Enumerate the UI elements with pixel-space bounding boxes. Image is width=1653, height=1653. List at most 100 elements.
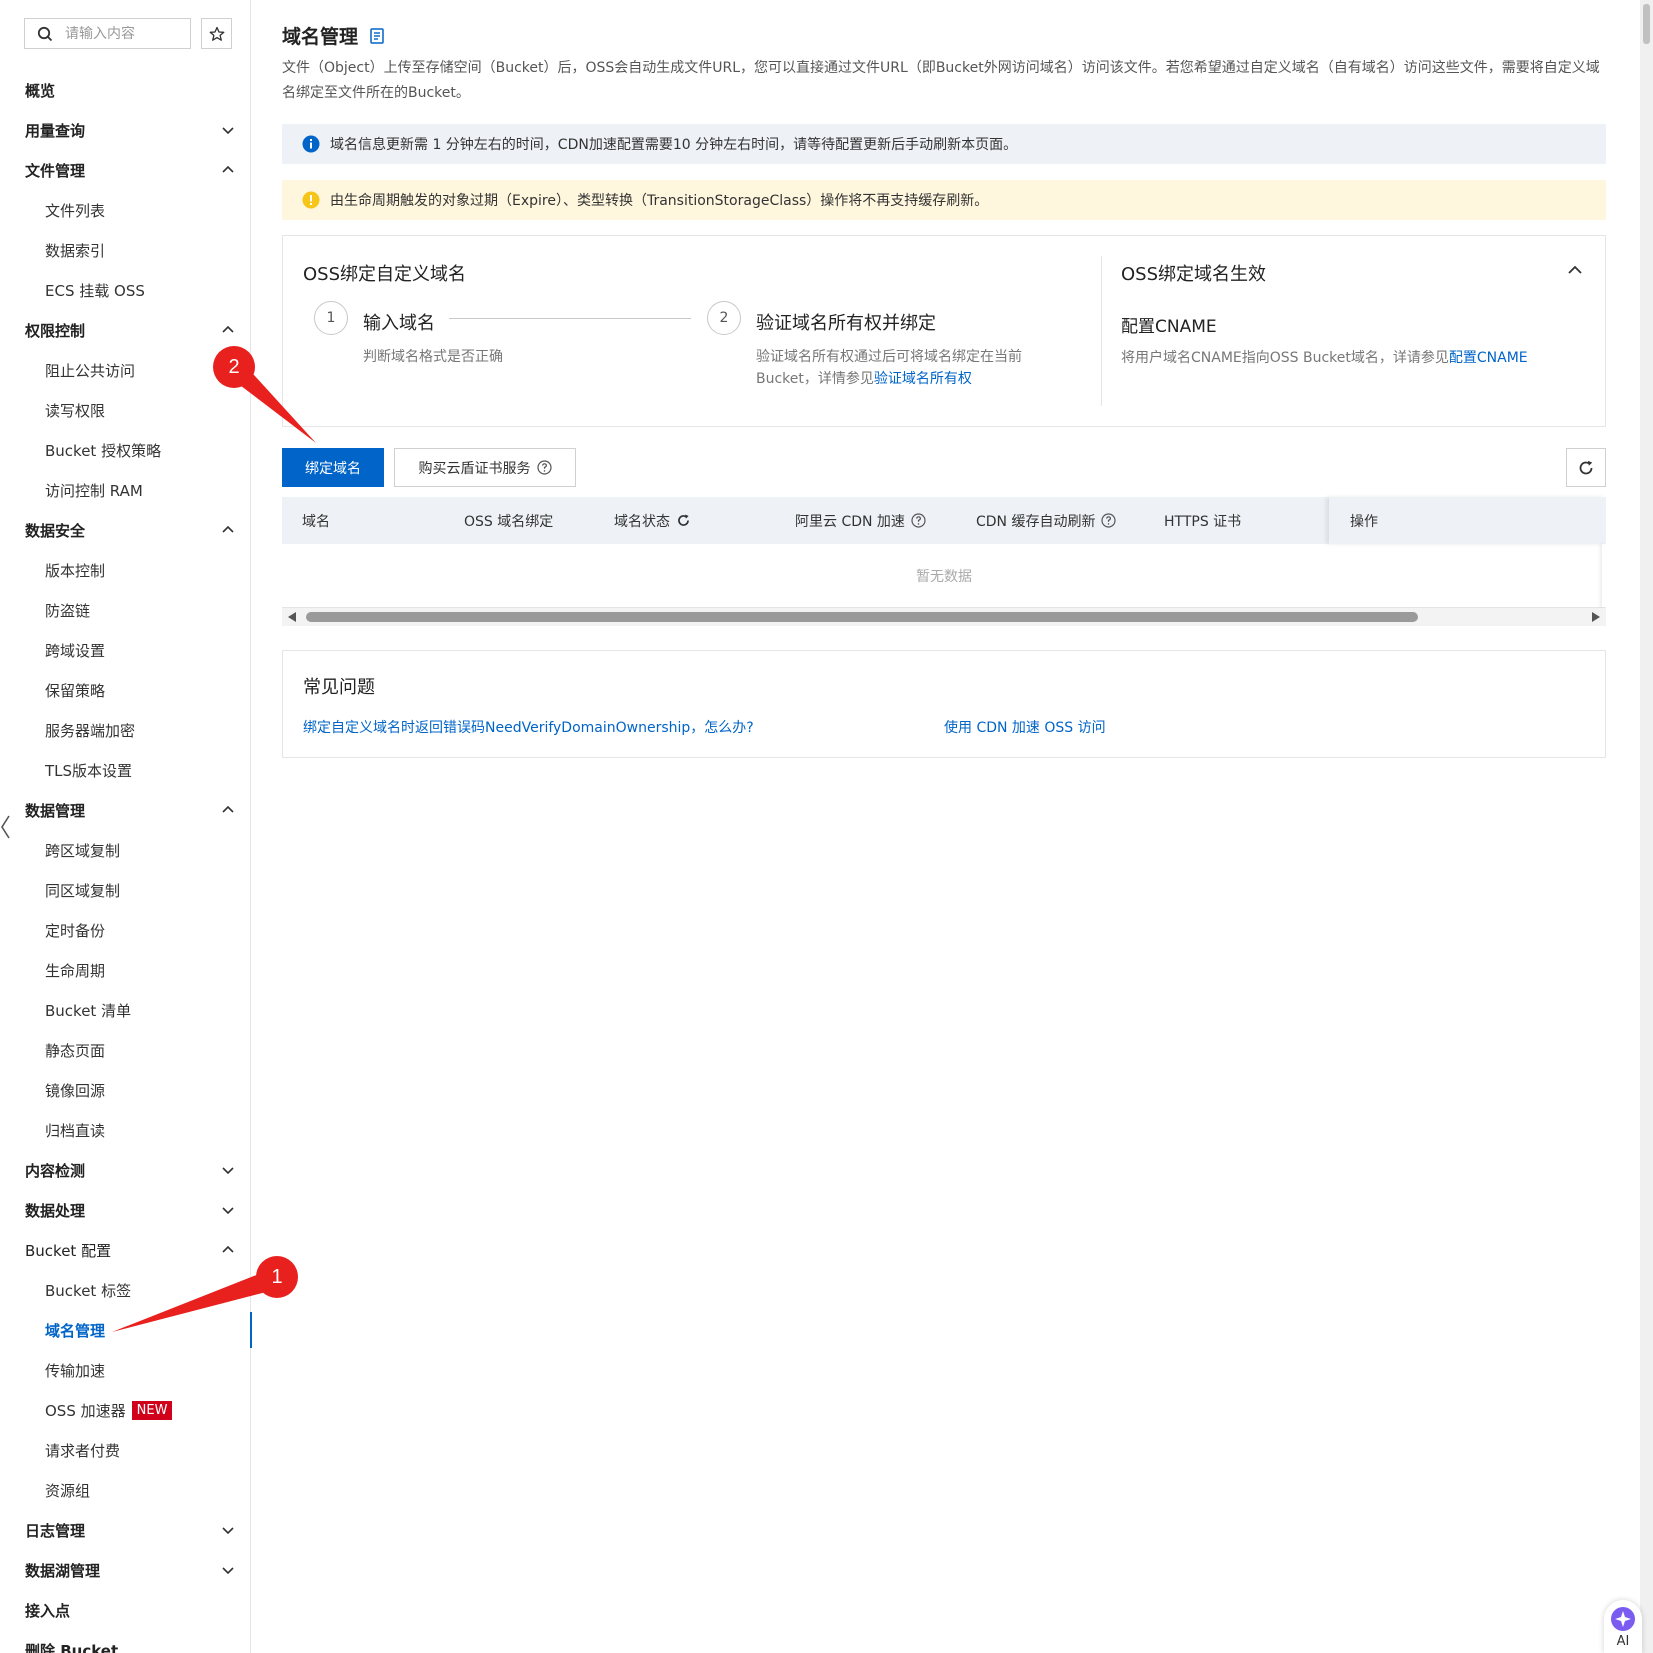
- steps-card-title: OSS绑定自定义域名: [303, 264, 467, 285]
- refresh-icon[interactable]: [676, 513, 691, 528]
- scroll-left-arrow[interactable]: [288, 612, 296, 622]
- step-1-desc: 判断域名格式是否正确: [363, 349, 503, 365]
- sidebar-item[interactable]: 防盗链: [0, 590, 251, 630]
- sidebar-item[interactable]: 用量查询: [0, 110, 251, 150]
- sidebar-item[interactable]: 请求者付费: [0, 1430, 251, 1470]
- sidebar-item-label: 静态页面: [45, 1041, 106, 1060]
- doc-icon[interactable]: [370, 27, 384, 44]
- sidebar-item-label: 归档直读: [45, 1121, 106, 1140]
- warning-icon: [302, 191, 320, 209]
- config-cname-link[interactable]: 配置CNAME: [1449, 350, 1528, 366]
- page-scrollbar-thumb[interactable]: [1643, 4, 1650, 44]
- sidebar-item[interactable]: 数据索引: [0, 230, 251, 270]
- annotation-badge-2: 2: [213, 346, 255, 388]
- refresh-button[interactable]: [1566, 448, 1606, 487]
- sidebar-item[interactable]: 资源组: [0, 1470, 251, 1510]
- sidebar-item[interactable]: Bucket 授权策略: [0, 430, 251, 470]
- chevron-up-icon: [222, 165, 234, 173]
- sidebar-item[interactable]: 同区域复制: [0, 870, 251, 910]
- sidebar-item-label: 数据湖管理: [25, 1561, 101, 1580]
- search-input[interactable]: [65, 25, 175, 42]
- step-connector: [449, 318, 691, 319]
- sidebar-item[interactable]: 镜像回源: [0, 1070, 251, 1110]
- sidebar-item[interactable]: 传输加速: [0, 1350, 251, 1390]
- sidebar-item[interactable]: Bucket 清单: [0, 990, 251, 1030]
- chevron-left-icon[interactable]: [0, 812, 12, 842]
- sidebar-item[interactable]: ECS 挂载 OSS: [0, 270, 251, 310]
- sidebar-item-label: Bucket 配置: [25, 1241, 112, 1260]
- column-header-status-label: 域名状态: [614, 513, 670, 530]
- sidebar-item-label: 防盗链: [45, 601, 91, 620]
- favorite-button[interactable]: [201, 18, 232, 49]
- horizontal-scrollbar[interactable]: [282, 608, 1606, 626]
- sidebar-item[interactable]: 归档直读: [0, 1110, 251, 1150]
- sidebar-item-label: 用量查询: [25, 121, 86, 140]
- sidebar-item[interactable]: 数据管理: [0, 790, 251, 830]
- warning-alert-text: 由生命周期触发的对象过期（Expire）、类型转换（TransitionStor…: [330, 193, 989, 209]
- column-header-cdn-refresh-label: CDN 缓存自动刷新: [976, 513, 1096, 530]
- page-description: 文件（Object）上传至存储空间（Bucket）后，OSS会自动生成文件URL…: [282, 60, 1600, 101]
- sidebar-item[interactable]: 数据处理: [0, 1190, 251, 1230]
- chevron-up-icon[interactable]: [1565, 260, 1585, 280]
- sidebar-item[interactable]: 数据湖管理: [0, 1550, 251, 1590]
- sidebar-item[interactable]: 跨域设置: [0, 630, 251, 670]
- sidebar-item[interactable]: 跨区域复制: [0, 830, 251, 870]
- sidebar-item-label: 访问控制 RAM: [45, 481, 143, 500]
- sidebar: 概览用量查询文件管理文件列表数据索引 ECS 挂载 OSS 权限控制阻止公共访问读写…: [0, 0, 252, 1653]
- sidebar-item-label: 日志管理: [25, 1521, 86, 1540]
- sidebar-item[interactable]: 数据安全: [0, 510, 251, 550]
- sidebar-item[interactable]: 读写权限: [0, 390, 251, 430]
- step-2-desc-line1: 验证域名所有权通过后可将域名绑定在当前: [756, 349, 1022, 365]
- help-icon[interactable]: [1101, 513, 1117, 528]
- sidebar-item-label: 版本控制: [45, 561, 106, 580]
- sidebar-item[interactable]: 域名管理: [0, 1310, 252, 1350]
- sidebar-item[interactable]: 访问控制 RAM: [0, 470, 251, 510]
- sidebar-item[interactable]: 静态页面: [0, 1030, 251, 1070]
- search-box[interactable]: [24, 18, 191, 49]
- table-body-shadow: [1602, 544, 1606, 608]
- sidebar-item-label: 数据安全: [25, 521, 86, 540]
- verify-ownership-link[interactable]: 验证域名所有权: [874, 371, 972, 387]
- sidebar-item[interactable]: 内容检测: [0, 1150, 251, 1190]
- buy-certificate-label: 购买云盾证书服务: [418, 460, 531, 477]
- help-icon: [536, 460, 552, 475]
- sidebar-item[interactable]: 保留策略: [0, 670, 251, 710]
- bind-domain-button[interactable]: 绑定域名: [282, 448, 384, 487]
- sidebar-item-label: 内容检测: [25, 1161, 86, 1180]
- sidebar-item[interactable]: 生命周期: [0, 950, 251, 990]
- step-2-desc-line2: Bucket，详情参见: [756, 371, 874, 387]
- sidebar-item[interactable]: Bucket 标签: [0, 1270, 251, 1310]
- sidebar-item[interactable]: 删除 Bucket: [0, 1630, 251, 1653]
- sidebar-item-label: 删除 Bucket: [25, 1641, 119, 1653]
- sidebar-item[interactable]: 文件管理: [0, 150, 251, 190]
- chevron-down-icon: [222, 1167, 234, 1175]
- help-icon[interactable]: [911, 513, 926, 528]
- sidebar-item-label: ECS 挂载 OSS: [45, 281, 145, 300]
- faq-link-verify-ownership[interactable]: 绑定自定义域名时返回错误码NeedVerifyDomainOwnership，怎…: [303, 717, 754, 737]
- sidebar-item-label: 生命周期: [45, 961, 106, 980]
- sidebar-item[interactable]: 接入点: [0, 1590, 251, 1630]
- step-1-title: 输入域名: [363, 313, 435, 334]
- warning-alert: 由生命周期触发的对象过期（Expire）、类型转换（TransitionStor…: [282, 180, 1606, 220]
- page-scrollbar[interactable]: [1640, 0, 1653, 1653]
- sidebar-item[interactable]: Bucket 配置: [0, 1230, 251, 1270]
- scrollbar-thumb[interactable]: [306, 612, 1418, 622]
- sidebar-item[interactable]: 权限控制: [0, 310, 251, 350]
- sidebar-item[interactable]: TLS版本设置: [0, 750, 251, 790]
- step-2-desc: 验证域名所有权通过后可将域名绑定在当前 Bucket，详情参见验证域名所有权: [756, 346, 1022, 390]
- buy-certificate-button[interactable]: 购买云盾证书服务: [394, 448, 576, 487]
- sidebar-item[interactable]: 文件列表: [0, 190, 251, 230]
- sidebar-item-label: 数据处理: [25, 1201, 86, 1220]
- annotation-badge-1: 1: [256, 1256, 298, 1298]
- scroll-right-arrow[interactable]: [1592, 612, 1600, 622]
- sidebar-item[interactable]: 定时备份: [0, 910, 251, 950]
- sidebar-item[interactable]: 日志管理: [0, 1510, 251, 1550]
- sidebar-item-label: 权限控制: [25, 321, 86, 340]
- sidebar-item[interactable]: 服务器端加密: [0, 710, 251, 750]
- faq-link-cdn[interactable]: 使用 CDN 加速 OSS 访问: [944, 717, 1106, 737]
- sidebar-item[interactable]: OSS 加速器 NEW: [0, 1390, 251, 1430]
- cname-desc: 将用户域名CNAME指向OSS Bucket域名，详请参见配置CNAME: [1121, 347, 1528, 367]
- sidebar-item[interactable]: 概览: [0, 70, 251, 110]
- sidebar-item[interactable]: 版本控制: [0, 550, 251, 590]
- ai-assistant-button[interactable]: AI: [1604, 1600, 1642, 1653]
